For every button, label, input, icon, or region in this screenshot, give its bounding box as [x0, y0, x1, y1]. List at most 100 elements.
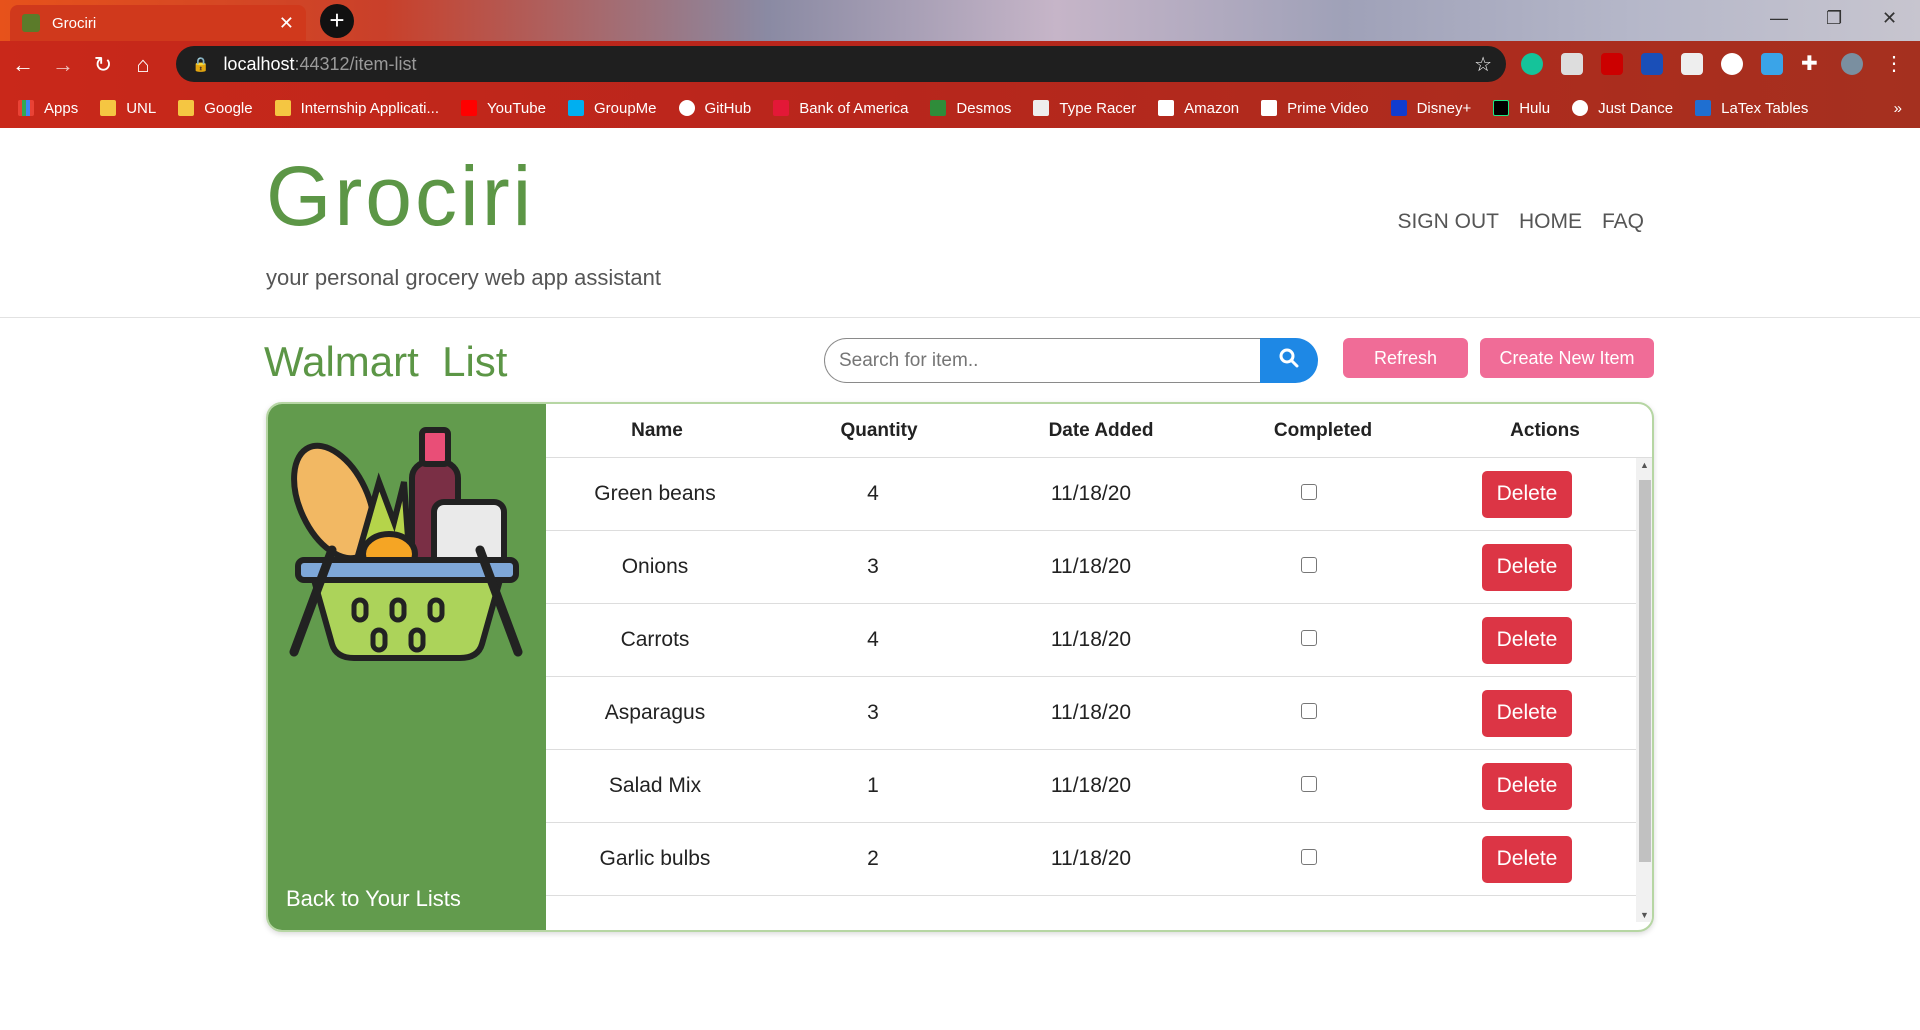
bookmark-label: GitHub — [704, 99, 752, 117]
restore-icon[interactable]: ❐ — [1826, 8, 1842, 29]
create-new-item-button[interactable]: Create New Item — [1480, 338, 1654, 378]
bookmark-github[interactable]: GitHub — [678, 99, 752, 117]
bookmark-apps[interactable]: Apps — [18, 100, 78, 117]
folder-icon — [274, 100, 291, 116]
browser-tab[interactable]: Grociri ✕ — [10, 5, 306, 41]
delete-button[interactable]: Delete — [1482, 835, 1572, 883]
column-header-date-added[interactable]: Date Added — [990, 420, 1212, 442]
timer-extension-icon[interactable] — [1721, 53, 1743, 75]
item-date: 11/18/20 — [1050, 774, 1132, 797]
profile-avatar[interactable] — [1841, 53, 1863, 75]
bookmark-type-racer[interactable]: Type Racer — [1033, 100, 1136, 117]
bookmarks-overflow-icon[interactable]: » — [1894, 100, 1902, 117]
bookmark-disney-plus[interactable]: Disney+ — [1390, 100, 1471, 117]
close-tab-icon[interactable]: ✕ — [279, 13, 294, 34]
tab-title: Grociri — [52, 14, 97, 32]
new-tab-button[interactable]: + — [320, 4, 354, 38]
minimize-icon[interactable]: — — [1770, 8, 1788, 29]
table-row-partial — [546, 896, 1636, 922]
groupme-icon — [567, 100, 584, 116]
item-date: 11/18/20 — [1050, 847, 1132, 870]
speed-extension-icon[interactable] — [1641, 53, 1663, 75]
bookmark-unl[interactable]: UNL — [100, 100, 156, 117]
disney-icon — [1390, 100, 1407, 116]
close-window-icon[interactable]: ✕ — [1882, 8, 1897, 29]
bookmark-groupme[interactable]: GroupMe — [567, 99, 657, 117]
table-row: Salad Mix 1 11/18/20 Delete — [546, 750, 1636, 823]
item-quantity: 4 — [867, 482, 879, 505]
item-name: Green beans — [594, 482, 716, 505]
brand-logo[interactable]: Grociri — [266, 148, 534, 245]
bookmark-just-dance[interactable]: Just Dance — [1572, 100, 1673, 117]
back-to-lists-link[interactable]: Back to Your Lists — [286, 886, 461, 912]
item-date: 11/18/20 — [1050, 628, 1132, 651]
bookmark-youtube[interactable]: YouTube — [461, 100, 546, 117]
delete-button[interactable]: Delete — [1482, 616, 1572, 664]
bank-of-america-icon — [773, 100, 790, 116]
folder-icon — [178, 100, 195, 116]
bookmark-label: Google — [204, 99, 253, 117]
forward-arrow-icon[interactable]: → — [46, 52, 80, 78]
column-header-name[interactable]: Name — [546, 420, 768, 442]
home-icon[interactable]: ⌂ — [126, 52, 160, 78]
nav-faq[interactable]: FAQ — [1602, 210, 1644, 234]
delete-button[interactable]: Delete — [1482, 689, 1572, 737]
completed-checkbox[interactable] — [1301, 557, 1317, 573]
bookmark-label: Desmos — [956, 99, 1012, 117]
scroll-up-icon[interactable]: ▲ — [1640, 460, 1649, 470]
search-input[interactable] — [824, 338, 1260, 383]
extensions-puzzle-icon[interactable]: ✚ — [1801, 53, 1823, 75]
item-date: 11/18/20 — [1050, 555, 1132, 578]
extension-icon[interactable] — [1561, 53, 1583, 75]
folder-icon — [100, 100, 117, 116]
completed-checkbox[interactable] — [1301, 703, 1317, 719]
snowflake-extension-icon[interactable] — [1761, 53, 1783, 75]
url-host: localhost — [223, 53, 295, 74]
hulu-icon — [1493, 100, 1510, 116]
delete-button[interactable]: Delete — [1482, 543, 1572, 591]
bookmark-label: Just Dance — [1598, 99, 1674, 117]
completed-checkbox[interactable] — [1301, 484, 1317, 500]
address-bar[interactable]: 🔒 localhost :44312/item-list ☆ — [176, 46, 1506, 82]
table-scrollbar[interactable]: ▲ ▼ — [1636, 458, 1652, 922]
github-icon — [678, 100, 695, 116]
delete-button[interactable]: Delete — [1482, 470, 1572, 518]
completed-checkbox[interactable] — [1301, 630, 1317, 646]
bookmark-amazon[interactable]: Amazon — [1158, 100, 1239, 117]
video-extension-icon[interactable] — [1681, 53, 1703, 75]
adblock-extension-icon[interactable] — [1601, 53, 1623, 75]
bookmark-star-icon[interactable]: ☆ — [1474, 52, 1492, 77]
bookmark-label: GroupMe — [593, 99, 657, 117]
scroll-down-icon[interactable]: ▼ — [1640, 910, 1649, 920]
item-name: Onions — [621, 555, 689, 578]
main-nav: SIGN OUT HOME FAQ — [1397, 210, 1644, 234]
nav-sign-out[interactable]: SIGN OUT — [1397, 210, 1499, 234]
bookmark-hulu[interactable]: Hulu — [1493, 100, 1550, 117]
menu-dots-icon[interactable]: ⋮ — [1884, 53, 1904, 75]
list-title: Walmart List — [264, 338, 508, 385]
item-date: 11/18/20 — [1050, 701, 1132, 724]
bookmark-label: Internship Applicati... — [300, 99, 440, 117]
column-header-completed[interactable]: Completed — [1212, 420, 1434, 442]
refresh-button[interactable]: Refresh — [1343, 338, 1468, 378]
delete-button[interactable]: Delete — [1482, 762, 1572, 810]
item-name: Asparagus — [604, 701, 706, 724]
completed-checkbox[interactable] — [1301, 849, 1317, 865]
bookmark-prime-video[interactable]: Prime Video — [1261, 100, 1369, 117]
bookmark-desmos[interactable]: Desmos — [930, 100, 1011, 117]
search-button[interactable] — [1260, 338, 1318, 383]
completed-checkbox[interactable] — [1301, 776, 1317, 792]
bookmark-internship[interactable]: Internship Applicati... — [274, 99, 440, 117]
back-arrow-icon[interactable]: ← — [6, 52, 40, 78]
reload-icon[interactable]: ↻ — [86, 52, 120, 78]
nav-home[interactable]: HOME — [1519, 210, 1582, 234]
grammarly-extension-icon[interactable] — [1521, 53, 1543, 75]
scrollbar-thumb[interactable] — [1639, 480, 1651, 862]
toolbar: ← → ↻ ⌂ 🔒 localhost :44312/item-list ☆ ✚… — [0, 41, 1920, 88]
table-row: Onions 3 11/18/20 Delete — [546, 531, 1636, 604]
grociri-favicon-icon — [22, 14, 40, 32]
bookmark-google[interactable]: Google — [178, 99, 253, 117]
bookmark-latex-tables[interactable]: LaTex Tables — [1695, 100, 1808, 117]
bookmark-bank-of-america[interactable]: Bank of America — [773, 100, 908, 117]
column-header-quantity[interactable]: Quantity — [768, 420, 990, 442]
